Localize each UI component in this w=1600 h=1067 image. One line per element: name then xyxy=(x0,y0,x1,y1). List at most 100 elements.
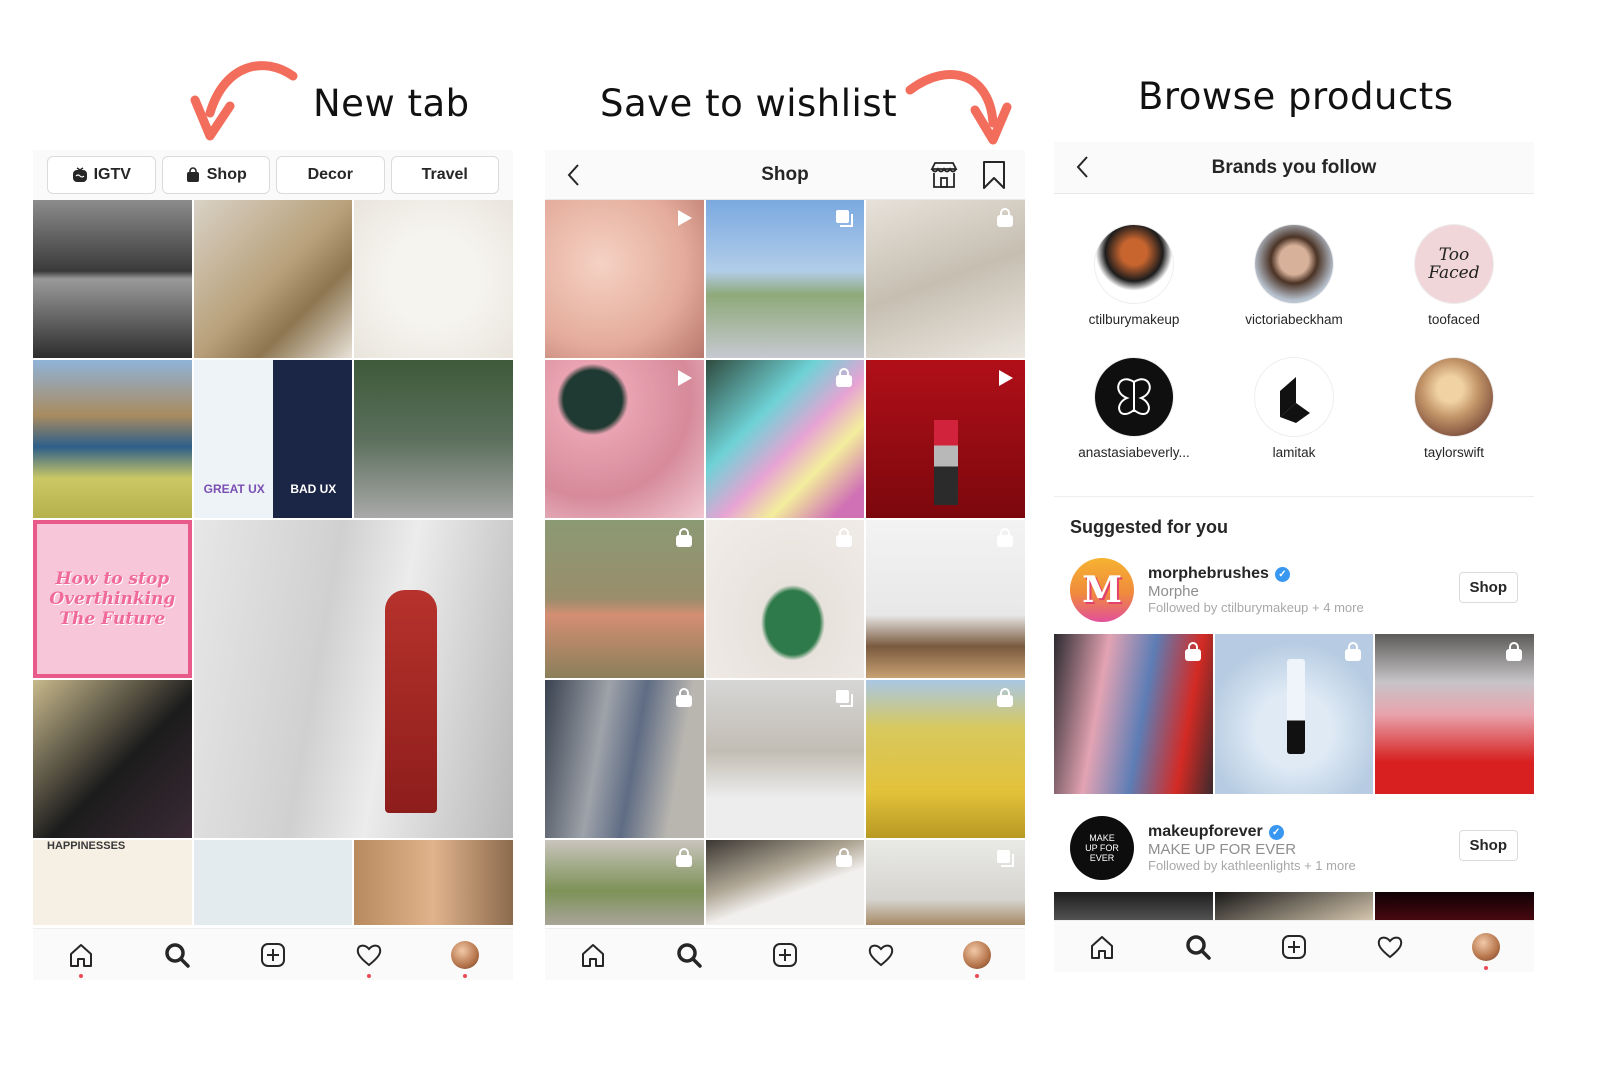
tab-label: IGTV xyxy=(93,166,131,183)
grid-post[interactable] xyxy=(866,360,1025,518)
video-icon xyxy=(677,210,692,226)
product-post[interactable] xyxy=(1214,634,1374,794)
brand-name: ctilburymakeup xyxy=(1088,312,1180,327)
brand-item[interactable]: Too Faced toofaced xyxy=(1374,224,1534,327)
shopping-bag-icon xyxy=(675,848,692,867)
grid-post[interactable] xyxy=(193,840,353,925)
profile-avatar[interactable] xyxy=(1469,930,1503,970)
tab-igtv[interactable]: IGTV xyxy=(47,156,156,194)
grid-post[interactable] xyxy=(193,200,353,358)
carousel-icon xyxy=(836,210,854,227)
shopping-bag-icon xyxy=(1506,642,1522,661)
brand-item[interactable]: anastasiabeverly... xyxy=(1054,357,1214,460)
brand-item[interactable]: victoriabeckham xyxy=(1214,224,1374,327)
brand-avatar[interactable]: MAKE UP FOR EVER xyxy=(1070,816,1134,880)
grid-post[interactable] xyxy=(705,680,865,838)
product-post[interactable] xyxy=(1375,634,1534,794)
brand-name: lamitak xyxy=(1272,445,1316,460)
video-icon xyxy=(677,370,692,386)
grid-post[interactable] xyxy=(866,200,1025,358)
grid-post[interactable] xyxy=(545,520,704,678)
grid-post[interactable]: How to stop Overthinking The Future xyxy=(33,520,192,678)
activity-heart-icon[interactable] xyxy=(352,938,386,978)
new-post-icon[interactable] xyxy=(1277,930,1311,964)
grid-post[interactable] xyxy=(866,840,1025,925)
grid-post[interactable] xyxy=(705,520,865,678)
grid-post[interactable] xyxy=(545,680,704,838)
brand-logo-text: Too Faced xyxy=(1428,245,1480,283)
brand-item[interactable]: lamitak xyxy=(1214,357,1374,460)
verified-badge-icon: ✓ xyxy=(1268,824,1284,840)
brand-item[interactable]: ctilburymakeup xyxy=(1054,224,1214,327)
grid-post[interactable] xyxy=(33,200,192,358)
shopping-bag-icon xyxy=(997,208,1013,227)
grid-post[interactable] xyxy=(354,200,513,358)
activity-heart-icon[interactable] xyxy=(1373,930,1407,964)
home-icon[interactable] xyxy=(64,938,98,978)
page-title: Shop xyxy=(761,163,809,185)
caption-new-tab: New tab xyxy=(313,82,470,125)
new-post-icon[interactable] xyxy=(256,938,290,972)
grid-post[interactable] xyxy=(545,360,704,518)
explore-tabs: IGTV Shop Decor Travel xyxy=(33,150,513,200)
storefront-icon[interactable] xyxy=(929,160,959,190)
caption-save-to-wishlist: Save to wishlist xyxy=(600,82,898,125)
explore-screen: IGTV Shop Decor Travel GREAT UX BAD UX H… xyxy=(33,150,513,980)
username[interactable]: makeupforever xyxy=(1148,823,1263,841)
igtv-icon xyxy=(72,167,87,182)
grid-post[interactable] xyxy=(866,520,1025,678)
tab-shop[interactable]: Shop xyxy=(161,156,270,194)
brand-item[interactable]: taylorswift xyxy=(1374,357,1534,460)
brand-avatar xyxy=(1254,357,1334,437)
grid-post[interactable] xyxy=(354,360,513,518)
grid-post[interactable] xyxy=(705,840,865,925)
shop-button[interactable]: Shop xyxy=(1458,830,1518,861)
shop-button[interactable]: Shop xyxy=(1458,572,1518,603)
grid-post[interactable] xyxy=(545,840,704,925)
grid-post[interactable] xyxy=(866,680,1025,838)
search-icon[interactable] xyxy=(1181,930,1215,964)
brands-header: Brands you follow xyxy=(1054,142,1534,194)
shopping-bag-icon xyxy=(1345,642,1362,661)
tab-decor[interactable]: Decor xyxy=(276,156,385,194)
shopping-bag-icon xyxy=(997,688,1013,707)
back-chevron-icon[interactable] xyxy=(563,162,585,188)
grid-post[interactable] xyxy=(545,200,704,358)
profile-avatar[interactable] xyxy=(448,938,482,978)
followed-by: Followed by kathleenlights + 1 more xyxy=(1148,858,1356,873)
grid-post[interactable] xyxy=(33,680,192,838)
brand-name: toofaced xyxy=(1428,312,1480,327)
search-icon[interactable] xyxy=(160,938,194,972)
notification-dot xyxy=(79,973,83,978)
great-ux-text: GREAT UX xyxy=(203,482,265,496)
activity-heart-icon[interactable] xyxy=(864,938,898,972)
profile-avatar[interactable] xyxy=(960,938,994,978)
tab-travel[interactable]: Travel xyxy=(390,156,499,194)
verified-badge-icon: ✓ xyxy=(1274,566,1290,582)
shopping-bag-icon xyxy=(675,688,692,707)
brand-avatar[interactable]: M xyxy=(1070,558,1134,622)
tab-label: Decor xyxy=(307,166,353,183)
wishlist-bookmark-icon[interactable] xyxy=(981,160,1007,190)
grid-post[interactable]: GREAT UX BAD UX xyxy=(193,360,353,518)
grid-post[interactable] xyxy=(33,360,192,518)
grid-post-large[interactable] xyxy=(193,520,513,838)
shopping-bag-icon xyxy=(836,848,853,867)
home-icon[interactable] xyxy=(576,938,610,972)
grid-post[interactable] xyxy=(354,840,513,925)
search-icon[interactable] xyxy=(672,938,706,972)
home-icon[interactable] xyxy=(1085,930,1119,964)
shopping-bag-icon xyxy=(675,528,692,547)
back-chevron-icon[interactable] xyxy=(1072,154,1094,180)
product-post[interactable] xyxy=(1054,634,1213,794)
grid-post[interactable] xyxy=(705,360,865,518)
bad-ux-text: BAD UX xyxy=(290,482,337,496)
grid-post[interactable] xyxy=(705,200,865,358)
post-title-text: HAPPINESSES xyxy=(47,840,126,852)
shopping-bag-icon xyxy=(836,528,853,547)
brand-avatar xyxy=(1094,224,1174,304)
bottom-nav xyxy=(1054,920,1534,972)
username[interactable]: morphebrushes xyxy=(1148,565,1269,583)
grid-post[interactable]: HAPPINESSES xyxy=(33,840,192,925)
new-post-icon[interactable] xyxy=(768,938,802,972)
